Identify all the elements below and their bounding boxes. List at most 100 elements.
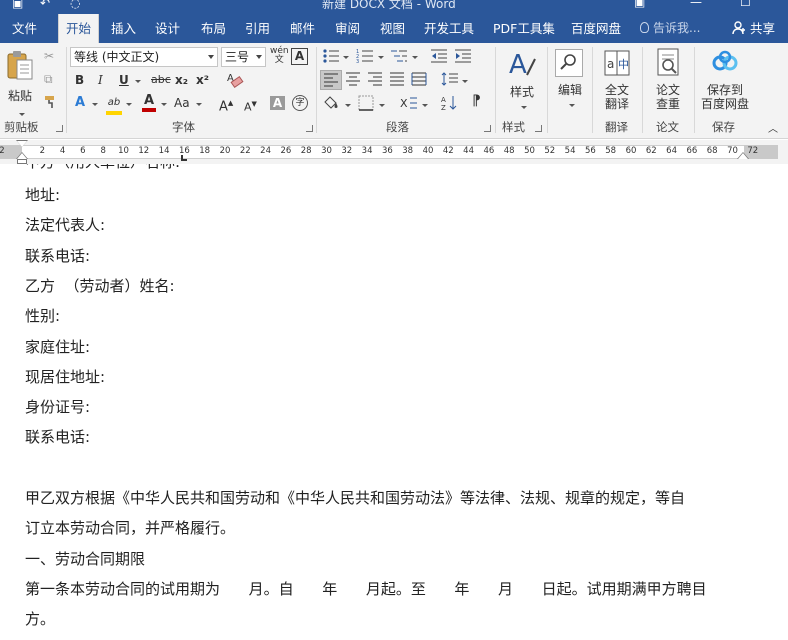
font-size-combo[interactable]: 三号 [221,47,266,67]
document-line[interactable]: 性别: [25,305,60,326]
align-right-button[interactable] [367,72,383,89]
justify-button[interactable] [389,72,405,89]
collapse-ribbon-icon[interactable]: ︿ [768,123,778,137]
shrink-font-button[interactable]: A▼ [244,97,257,115]
font-color-dropdown[interactable] [159,97,167,111]
highlight-dropdown[interactable] [124,97,132,111]
redo-icon[interactable]: ◌ [70,0,80,10]
tab-design[interactable]: 设计 [155,14,180,43]
maximize-icon[interactable]: ☐ [740,0,751,9]
line-spacing-icon[interactable] [441,72,459,89]
font-color-button[interactable]: A [142,93,156,112]
decrease-indent-icon[interactable] [430,48,448,67]
document-line[interactable]: 一、劳动合同期限 [25,548,145,569]
phonetic-guide-icon[interactable]: wén 文 [270,47,289,65]
tab-insert[interactable]: 插入 [111,14,136,43]
tab-mailings[interactable]: 邮件 [290,14,315,43]
strikethrough-button[interactable]: abc [151,73,171,87]
clipboard-launcher-icon[interactable] [56,125,63,132]
bullets-dropdown[interactable] [341,50,349,64]
sort-icon[interactable]: AZ [441,95,459,114]
save-icon[interactable]: ▣ [12,0,23,10]
underline-button[interactable]: U [119,73,129,87]
eraser-icon[interactable]: A [226,71,244,92]
full-text-translate-button[interactable]: a中 全文 翻译 [597,47,637,113]
tab-home[interactable]: 开始 [58,14,100,43]
align-center-button[interactable] [345,72,361,89]
document-line[interactable]: 联系电话: [25,426,90,447]
ribbon-display-icon[interactable]: ▣ [634,0,645,9]
grow-font-button[interactable]: A▲ [219,96,233,114]
document-line[interactable]: 地址: [25,184,60,205]
character-shading-button[interactable]: A [270,96,285,110]
change-case-button[interactable]: Aa [174,96,190,110]
document-line[interactable]: 订立本劳动合同，并严格履行。 [25,517,235,538]
document-line[interactable]: 乙方 （劳动者）姓名: [25,275,175,296]
undo-icon[interactable]: ↶ [40,0,50,10]
highlight-button[interactable]: ab [106,94,122,115]
font-name-combo[interactable]: 等线 (中文正文) [70,47,218,67]
text-effect-button[interactable]: A [75,96,85,110]
clear-format-icon[interactable]: A [291,48,308,65]
document-line[interactable]: 家庭住址: [25,336,90,357]
shading-dropdown[interactable] [343,98,351,112]
distributed-button[interactable] [411,72,427,89]
bold-button[interactable]: B [75,73,84,87]
tell-me-box[interactable]: 告诉我... [640,14,700,43]
share-button[interactable]: 共享 [728,17,775,40]
tab-references[interactable]: 引用 [245,14,270,43]
styles-launcher-icon[interactable] [535,125,542,132]
underline-dropdown[interactable] [133,74,141,88]
italic-button[interactable]: I [98,73,103,87]
text-effect-dropdown[interactable] [90,97,98,111]
shading-icon[interactable] [322,94,340,115]
tab-developer[interactable]: 开发工具 [424,14,474,43]
borders-icon[interactable] [358,95,374,114]
line-spacing-dropdown[interactable] [460,74,468,88]
tab-view[interactable]: 视图 [380,14,405,43]
minimize-icon[interactable]: — [690,0,702,9]
increase-indent-icon[interactable] [454,48,472,67]
tab-review[interactable]: 审阅 [335,14,360,43]
ruler-tick-label: 72 [747,146,759,156]
tab-pdf-tools[interactable]: PDF工具集 [493,14,555,43]
document-line[interactable]: 法定代表人: [25,214,105,235]
align-left-button[interactable] [320,70,342,90]
paper-check-button[interactable]: 论文 查重 [647,47,689,113]
document-line[interactable]: 联系电话: [25,245,90,266]
bullets-icon[interactable] [322,48,340,67]
ruler-tick-label: 52 [544,146,556,156]
subscript-button[interactable]: x₂ [175,73,188,87]
chinese-layout-dropdown[interactable] [420,98,428,112]
multilevel-list-dropdown[interactable] [410,50,418,64]
styles-button[interactable]: A 样式 [500,47,544,113]
multilevel-list-icon[interactable] [390,48,408,67]
format-painter-icon[interactable] [44,95,58,112]
document-line[interactable]: 身份证号: [25,396,90,417]
editing-button[interactable]: 编辑 [551,47,589,113]
document-line[interactable]: 甲乙双方根据《中华人民共和国劳动和《中华人民共和国劳动法》等法律、法规、规章的规… [25,487,685,508]
chinese-layout-icon[interactable]: X [400,95,418,114]
cut-icon[interactable]: ✂ [44,49,54,63]
change-case-dropdown[interactable] [194,97,202,111]
numbering-icon[interactable]: 123 [356,48,374,67]
paste-button[interactable]: 粘贴 [4,49,36,116]
enclose-characters-button[interactable]: 字 [292,95,308,111]
tab-baidu-netdisk[interactable]: 百度网盘 [571,14,621,43]
numbering-dropdown[interactable] [376,50,384,64]
document-line[interactable]: 第一条本劳动合同的试用期为 月。自 年 月起。至 年 月 日起。试用期满甲方聘目 [25,578,707,599]
font-launcher-icon[interactable] [306,125,313,132]
tab-stop-marker[interactable] [181,155,187,161]
document-line[interactable]: 现居住地址: [25,366,105,387]
tab-layout[interactable]: 布局 [201,14,226,43]
superscript-button[interactable]: x² [196,73,209,87]
borders-dropdown[interactable] [377,98,385,112]
document-line[interactable]: 方。 [25,608,55,629]
paragraph-launcher-icon[interactable] [484,125,491,132]
document-page[interactable]: 甲方（用人单位）名称: 地址: 法定代表人: 联系电话: 乙方 （劳动者）姓名: 性别:… [0,164,788,640]
horizontal-ruler[interactable]: 2 2 4 6 8 10 12 14 16 18 20 22 24 26 28 30 32 34 36 38 40 42 4… [0,140,788,164]
save-to-baidu-button[interactable]: 保存到 百度网盘 [698,47,752,113]
show-formatting-icon[interactable]: ⁋ [472,94,481,108]
copy-icon[interactable]: ⧉ [44,72,53,86]
tab-file[interactable]: 文件 [12,14,37,43]
